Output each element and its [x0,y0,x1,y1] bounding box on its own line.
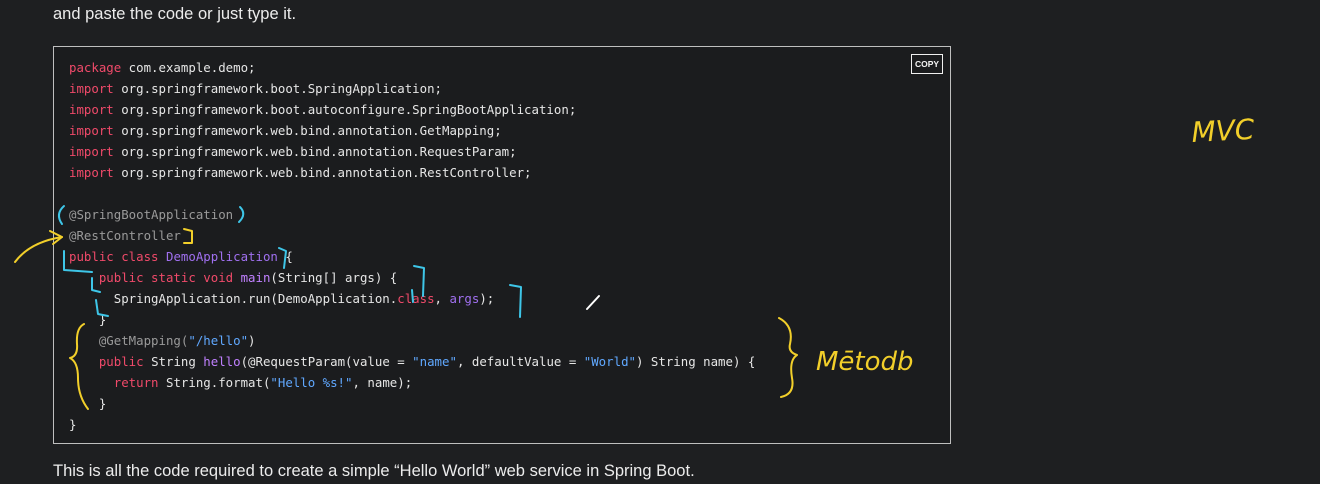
code-line: @RestController [69,225,755,246]
code-token: main [240,270,271,285]
code-token: "World" [583,354,636,369]
code-token: public [69,354,152,369]
code-token: import [69,165,114,180]
code-token: @RestController [69,228,181,243]
code-token: org.springframework.web.bind.annotation.… [113,144,517,159]
code-token: import [69,102,114,117]
code-token: org.springframework.boot.autoconfigure.S… [113,102,577,117]
code-token: "/hello" [188,333,249,348]
outro-paragraph: This is all the code required to create … [53,462,695,480]
copy-button[interactable]: COPY [911,54,943,74]
code-token: ); [479,291,495,306]
code-line: import org.springframework.web.bind.anno… [69,120,755,141]
code-token: public static void [69,270,241,285]
page: and paste the code or just type it. COPY… [0,0,1320,484]
code-token: hello [203,354,241,369]
note-mvc: MVC [1191,113,1256,149]
code-block: COPY package com.example.demo; import org… [53,46,951,444]
code-token: org.springframework.web.bind.annotation.… [113,165,532,180]
code-line: } [69,393,755,414]
code-token: (@RequestParam(value = [240,354,413,369]
code-line: } [69,414,755,435]
code-token: import [69,81,114,96]
code-token: } [69,396,107,411]
code-token: @GetMapping( [69,333,189,348]
code-token: args [449,291,480,306]
code-token: , name); [352,375,413,390]
code-line: public String hello(@RequestParam(value … [69,351,756,372]
code-token: org.springframework.boot.SpringApplicati… [113,81,442,96]
code-token: class [397,291,435,306]
code-line: public static void main(String[] args) { [69,267,755,288]
code-line: SpringApplication.run(DemoApplication.cl… [69,288,755,309]
code-token: , defaultValue = [456,354,584,369]
code-line: import org.springframework.web.bind.anno… [69,141,755,162]
code-token: ) String name) { [635,354,756,369]
code-content: package com.example.demo; import org.spri… [69,57,755,435]
code-token: public class [69,249,166,264]
code-line: import org.springframework.web.bind.anno… [69,162,755,183]
code-token: ) [248,333,256,348]
code-token: "name" [412,354,457,369]
code-token: { [277,249,293,264]
code-line: @SpringBootApplication [69,204,755,225]
code-token: @SpringBootApplication [69,207,234,222]
code-line: package com.example.demo; [69,57,755,78]
code-token: } [69,417,77,432]
code-token: import [69,144,114,159]
code-line: @GetMapping("/hello") [69,330,755,351]
code-token: package [69,60,122,75]
code-token: return [69,375,166,390]
code-token: org.springframework.web.bind.annotation.… [113,123,502,138]
code-token: import [69,123,114,138]
code-token: , [434,291,450,306]
code-token: String [151,354,204,369]
code-token: String.format( [165,375,271,390]
code-line: import org.springframework.boot.autoconf… [69,99,755,120]
code-token: "Hello %s!" [270,375,353,390]
code-line: return String.format("Hello %s!", name); [69,372,755,393]
code-line: import org.springframework.boot.SpringAp… [69,78,755,99]
code-token: com.example.demo; [121,60,256,75]
code-token: SpringApplication.run(DemoApplication. [69,291,398,306]
code-token: } [69,312,107,327]
code-token: (String[] args) { [270,270,398,285]
intro-paragraph: and paste the code or just type it. [53,5,297,23]
code-token: DemoApplication [165,249,278,264]
code-line: } [69,309,755,330]
code-line: public class DemoApplication { [69,246,755,267]
